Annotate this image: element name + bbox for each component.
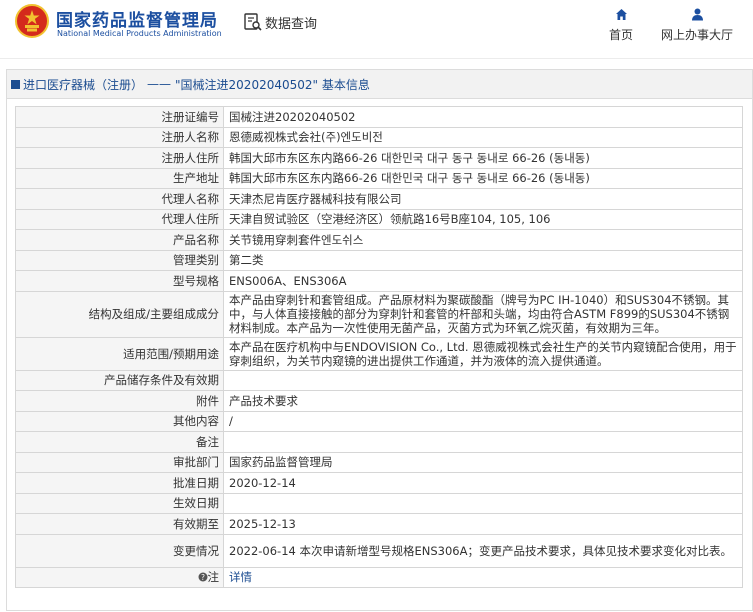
- field-label: 备注: [15, 431, 224, 453]
- field-label: 代理人名称: [15, 188, 224, 210]
- table-row: 其他内容 /: [15, 410, 743, 432]
- table-row: 代理人住所 天津自贸试验区（空港经济区）领航路16号B座104, 105, 106: [15, 208, 743, 230]
- note-label-cell: ? 注: [15, 566, 224, 588]
- nav-online-service[interactable]: 网上办事大厅: [656, 8, 738, 43]
- table-row: 生效日期: [15, 492, 743, 514]
- table-row: 批准日期 2020-12-14: [15, 472, 743, 494]
- table-row: 生产地址 韩国大邱市东区东内路66-26 대한민국 대구 동구 동내로 66-26…: [15, 167, 743, 189]
- field-value: 本产品由穿刺针和套管组成。产品原材料为聚碳酸酯（牌号为PC IH-1040）和S…: [223, 290, 743, 338]
- table-row: 适用范围/预期用途 本产品在医疗机构中与ENDOVISION Co., Ltd. …: [15, 336, 743, 371]
- field-label: 代理人住所: [15, 208, 224, 230]
- field-label: 产品储存条件及有效期: [15, 369, 224, 391]
- brand-title: 国家药品监督管理局: [56, 11, 218, 31]
- field-label: 产品名称: [15, 229, 224, 251]
- field-label: 适用范围/预期用途: [15, 336, 224, 371]
- field-value: 韩国大邱市东区东内路66-26 대한민국 대구 동구 동내로 66-26 (동내…: [223, 147, 743, 169]
- field-value: 产品技术要求: [223, 390, 743, 412]
- table-row: 注册证编号 国械注进20202040502: [15, 106, 743, 128]
- field-value: 2025-12-13: [223, 513, 743, 535]
- field-label: 审批部门: [15, 451, 224, 473]
- table-row: 有效期至 2025-12-13: [15, 513, 743, 535]
- field-value: 国械注进20202040502: [223, 106, 743, 128]
- nav-online-service-label: 网上办事大厅: [660, 28, 733, 42]
- field-label: 有效期至: [15, 513, 224, 535]
- table-row: 管理类别 第二类: [15, 249, 743, 271]
- breadcrumb-title: "国械注进20202040502" 基本信息: [175, 77, 370, 92]
- table-row: 产品储存条件及有效期: [15, 369, 743, 391]
- field-label: 结构及组成/主要组成成分: [15, 290, 224, 338]
- user-icon: [691, 8, 703, 21]
- data-query-label: 数据查询: [265, 16, 318, 32]
- field-label: 生产地址: [15, 167, 224, 189]
- table-row: 型号规格 ENS006A、ENS306A: [15, 270, 743, 292]
- site-header: 国家药品监督管理局 National Medical Products Admi…: [0, 0, 753, 58]
- field-value: 国家药品监督管理局: [223, 451, 743, 473]
- table-row: 代理人名称 天津杰尼肯医疗器械科技有限公司: [15, 188, 743, 210]
- table-row: 注册人住所 韩国大邱市东区东内路66-26 대한민국 대구 동구 동내로 66-2…: [15, 147, 743, 169]
- field-value: 天津杰尼肯医疗器械科技有限公司: [223, 188, 743, 210]
- detail-panel: 进口医疗器械（注册） —— "国械注进20202040502" 基本信息 注册证…: [6, 69, 753, 611]
- field-value: 本产品在医疗机构中与ENDOVISION Co., Ltd. 恩德威视株式会社生…: [223, 336, 743, 371]
- field-label: 批准日期: [15, 472, 224, 494]
- field-label: 管理类别: [15, 249, 224, 271]
- field-label: 其他内容: [15, 410, 224, 432]
- table-row: 产品名称 关节镜用穿刺套件엔도쉬스: [15, 229, 743, 251]
- field-value: ENS006A、ENS306A: [223, 270, 743, 292]
- table-row: 注册人名称 恩德威视株式会社(주)엔도비전: [15, 126, 743, 148]
- field-label: 型号规格: [15, 270, 224, 292]
- breadcrumb-bullet-icon: [11, 79, 20, 89]
- field-label: 附件: [15, 390, 224, 412]
- breadcrumb-separator: ——: [147, 77, 172, 91]
- field-value: 2020-12-14: [223, 472, 743, 494]
- field-value: 天津自贸试验区（空港经济区）领航路16号B座104, 105, 106: [223, 208, 743, 230]
- table-row: 审批部门 国家药品监督管理局: [15, 451, 743, 473]
- svg-text:?: ?: [201, 573, 205, 582]
- field-value: 第二类: [223, 249, 743, 271]
- detail-table: 注册证编号 国械注进20202040502 注册人名称 恩德威视株式会社(주)엔도비…: [15, 106, 743, 588]
- field-value: [223, 492, 743, 514]
- field-label: 注册证编号: [15, 106, 224, 128]
- field-value: 2022-06-14 本次申请新增型号规格ENS306A；变更产品技术要求，具体…: [223, 533, 743, 568]
- national-emblem-icon: [15, 4, 49, 38]
- nav-home-label: 首页: [608, 28, 633, 42]
- field-value: [223, 369, 743, 391]
- help-icon: ?: [198, 572, 207, 582]
- table-row: 变更情况 2022-06-14 本次申请新增型号规格ENS306A；变更产品技术要…: [15, 533, 743, 568]
- breadcrumb-category[interactable]: 进口医疗器械（注册）: [23, 76, 143, 93]
- details-link[interactable]: 详情: [229, 570, 252, 584]
- table-row: ? 注 详情: [15, 566, 743, 588]
- field-value: 恩德威视株式会社(주)엔도비전: [223, 126, 743, 148]
- brand-subtitle: National Medical Products Administration: [57, 29, 222, 38]
- field-value: [223, 431, 743, 453]
- field-value: /: [223, 410, 743, 432]
- data-query-icon: [244, 13, 262, 31]
- breadcrumb: 进口医疗器械（注册） —— "国械注进20202040502" 基本信息: [7, 70, 752, 99]
- home-icon: [615, 9, 627, 20]
- table-row: 附件 产品技术要求: [15, 390, 743, 412]
- field-label: 生效日期: [15, 492, 224, 514]
- field-label: 注册人住所: [15, 147, 224, 169]
- table-row: 备注: [15, 431, 743, 453]
- nav-home[interactable]: 首页: [605, 8, 637, 43]
- field-label: 注册人名称: [15, 126, 224, 148]
- field-label: 变更情况: [15, 533, 224, 568]
- field-value: 韩国大邱市东区东内路66-26 대한민국 대구 동구 동내로 66-26 (동내…: [223, 167, 743, 189]
- header-divider: [0, 58, 753, 59]
- note-label: 注: [207, 570, 220, 585]
- field-value: 关节镜用穿刺套件엔도쉬스: [223, 229, 743, 251]
- data-query-link[interactable]: 数据查询: [244, 10, 317, 34]
- table-row: 结构及组成/主要组成成分 本产品由穿刺针和套管组成。产品原材料为聚碳酸酯（牌号为P…: [15, 290, 743, 338]
